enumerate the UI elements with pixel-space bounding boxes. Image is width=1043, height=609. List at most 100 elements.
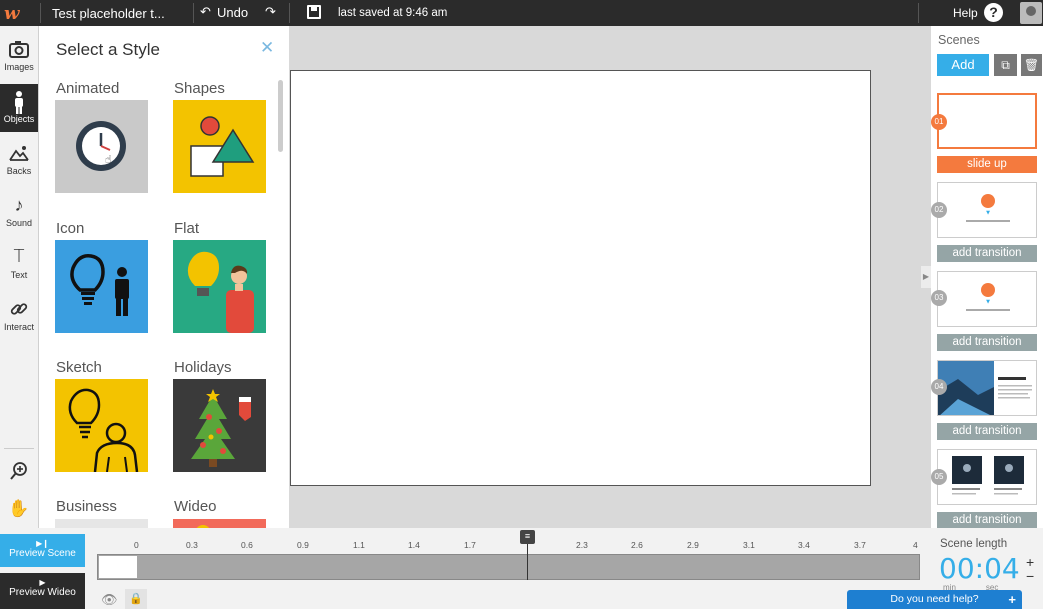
landscape-icon (8, 142, 30, 164)
duplicate-scene-icon[interactable]: ⧉ (994, 54, 1017, 76)
style-thumb-holidays[interactable] (173, 379, 266, 472)
tick-label: 3.7 (854, 540, 866, 550)
last-saved-text: last saved at 9:46 am (338, 7, 448, 19)
style-label: Holidays (174, 359, 232, 376)
tool-label: Images (4, 62, 34, 72)
tick-label: 0.3 (186, 540, 198, 550)
scenes-panel: Scenes Add ⧉ 🗑 01 slide up ▼ 02 add tran… (931, 26, 1043, 528)
divider (918, 3, 919, 23)
collapse-scenes-icon[interactable]: ▶ (921, 266, 931, 288)
scene-length-label: Scene length (940, 538, 1008, 550)
help-icon[interactable]: ? (984, 3, 1003, 22)
stage-canvas[interactable] (290, 70, 871, 486)
scene-number: 04 (931, 379, 947, 395)
style-thumb-business[interactable] (55, 519, 148, 528)
delete-scene-icon[interactable]: 🗑 (1021, 54, 1042, 76)
scene-thumb[interactable] (937, 360, 1037, 416)
scene-number: 03 (931, 290, 947, 306)
scene-transition-button[interactable]: add transition (937, 245, 1037, 262)
tick-label: 0 (134, 540, 139, 550)
scene-number: 02 (931, 202, 947, 218)
style-label: Sketch (56, 359, 102, 376)
svg-text:☝: ☝ (105, 153, 112, 166)
link-icon (8, 298, 30, 320)
camera-icon (8, 38, 30, 60)
tick-label: 3.4 (798, 540, 810, 550)
help-chat-label: Do you need help? (890, 593, 979, 605)
tick-label: 4 (913, 540, 918, 550)
tick-label: 3.1 (743, 540, 755, 550)
play-icon: ▶ (39, 578, 46, 587)
scenes-header: Scenes (938, 33, 980, 47)
tick-label: 1.1 (353, 540, 365, 550)
timeline-area: ▶❙ Preview Scene ▶ Preview Wideo 0 0.3 0… (0, 528, 1043, 609)
style-label: Icon (56, 220, 85, 237)
undo-button[interactable]: Undo (217, 5, 248, 20)
divider (193, 3, 194, 23)
timeline-start-segment (99, 556, 137, 578)
style-thumb-wideo[interactable] (173, 519, 266, 528)
tool-interact[interactable]: Interact (0, 292, 38, 340)
style-thumb-flat[interactable] (173, 240, 266, 333)
music-note-icon: ♪ (14, 195, 24, 215)
lock-icon[interactable]: 🔒 (125, 589, 147, 609)
scene-transition-button[interactable]: add transition (937, 334, 1037, 351)
tool-label: Objects (3, 114, 35, 124)
style-thumb-sketch[interactable] (55, 379, 148, 472)
wideo-logo[interactable]: w (4, 3, 28, 24)
scene-transition-button[interactable]: slide up (937, 156, 1037, 173)
project-title[interactable]: Test placeholder t... (52, 6, 165, 21)
scene-transition-button[interactable]: add transition (937, 423, 1037, 440)
tool-sound[interactable]: ♪ Sound (0, 188, 38, 236)
style-label: Flat (174, 220, 200, 237)
eye-icon[interactable]: 👁 (101, 592, 118, 608)
help-link[interactable]: Help (953, 6, 978, 20)
scene-length-value[interactable]: 00:04 (939, 552, 1020, 585)
close-icon[interactable]: ✕ (260, 38, 274, 58)
zoom-in-icon (8, 460, 30, 482)
person-icon (8, 90, 30, 114)
timeline-ruler: 0 0.3 0.6 0.9 1.1 1.4 1.7 2.3 2.6 2.9 3.… (97, 528, 920, 554)
scene-thumb[interactable]: ▼ (937, 182, 1037, 238)
save-icon[interactable] (307, 5, 321, 19)
svg-text:▼: ▼ (986, 210, 990, 216)
tool-label: Backs (6, 166, 32, 176)
avatar[interactable] (1020, 2, 1042, 24)
text-icon: T (13, 246, 25, 267)
play-icon: ▶❙ (36, 539, 49, 548)
tick-label: 0.6 (241, 540, 253, 550)
style-panel: Select a Style ✕ Animated ☝ Shapes Icon … (39, 26, 289, 528)
hand-tool[interactable]: ✋ (0, 492, 38, 522)
tool-images[interactable]: Images (0, 32, 38, 80)
style-thumb-icon[interactable] (55, 240, 148, 333)
tick-label: 1.7 (464, 540, 476, 550)
style-label: Wideo (174, 498, 217, 515)
style-thumb-animated[interactable]: ☝ (55, 100, 148, 193)
divider (4, 448, 34, 449)
tool-text[interactable]: T Text (0, 240, 38, 288)
undo-icon[interactable]: ↶ (200, 4, 211, 20)
timeline-track[interactable] (97, 554, 920, 580)
playhead-handle[interactable]: ≡ (520, 530, 535, 544)
scene-thumb[interactable] (937, 449, 1037, 505)
scene-thumb[interactable] (937, 93, 1037, 149)
scene-thumb[interactable]: ▼ (937, 271, 1037, 327)
add-scene-button[interactable]: Add (937, 54, 989, 76)
tick-label: 1.4 (408, 540, 420, 550)
panel-scrollbar[interactable] (278, 80, 283, 152)
scene-transition-button[interactable]: add transition (937, 512, 1037, 528)
tool-backs[interactable]: Backs (0, 136, 38, 184)
redo-icon[interactable]: ↷ (265, 4, 276, 20)
decrease-length-icon[interactable]: − (1026, 568, 1034, 584)
divider (289, 3, 290, 23)
preview-wideo-button[interactable]: ▶ Preview Wideo (0, 573, 85, 609)
tool-objects[interactable]: Objects (0, 84, 38, 132)
help-chat-button[interactable]: Do you need help? + (847, 590, 1022, 609)
preview-scene-button[interactable]: ▶❙ Preview Scene (0, 534, 85, 567)
style-thumb-shapes[interactable] (173, 100, 266, 193)
zoom-tool[interactable] (0, 454, 38, 484)
scene-number: 05 (931, 469, 947, 485)
plus-icon: + (1008, 592, 1016, 607)
tick-label: 2.6 (631, 540, 643, 550)
tool-label: Interact (3, 322, 34, 332)
